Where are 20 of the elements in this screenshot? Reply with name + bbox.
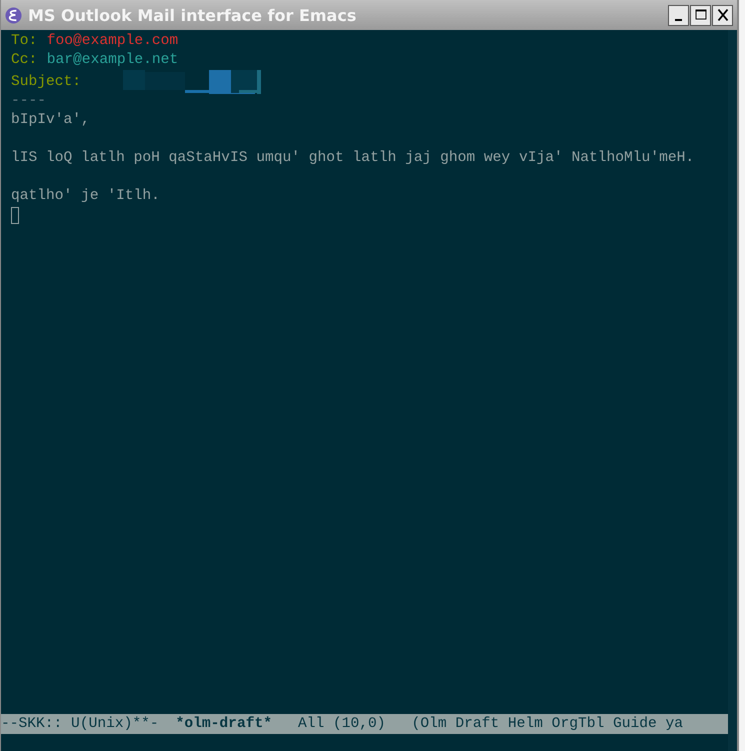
- maximize-button[interactable]: [690, 4, 711, 26]
- close-button[interactable]: [712, 4, 733, 26]
- header-label: To:: [11, 32, 38, 51]
- mode-line-status: --SKK:: U(Unix)**-: [1, 716, 159, 732]
- header-label: Cc:: [11, 51, 38, 70]
- address-value: foo@example.com: [46, 32, 178, 51]
- body-text: bIpIv'a',: [11, 111, 91, 130]
- separator-line: ----: [11, 92, 48, 111]
- minimize-icon: [675, 19, 682, 21]
- address-value: bar@example.net: [46, 51, 178, 70]
- app-icon: [5, 6, 22, 24]
- mode-list: (Olm Draft Helm OrgTbl Guide ya: [412, 716, 684, 732]
- buffer-name: *olm-draft*: [176, 716, 272, 732]
- text-cursor: [11, 207, 19, 224]
- body-text: qatlho' je 'Itlh.: [11, 187, 161, 206]
- window-title: MS Outlook Mail interface for Emacs: [28, 6, 358, 24]
- buffer-position: All (10,0): [298, 716, 386, 732]
- header-label: Subject:: [11, 72, 82, 92]
- body-text: lIS loQ latlh poH qaStaHvIS umqu' ghot latlh jaj ghom wey vIja' NatlhoMlu'meH.: [11, 149, 696, 168]
- minimize-button[interactable]: [668, 4, 689, 26]
